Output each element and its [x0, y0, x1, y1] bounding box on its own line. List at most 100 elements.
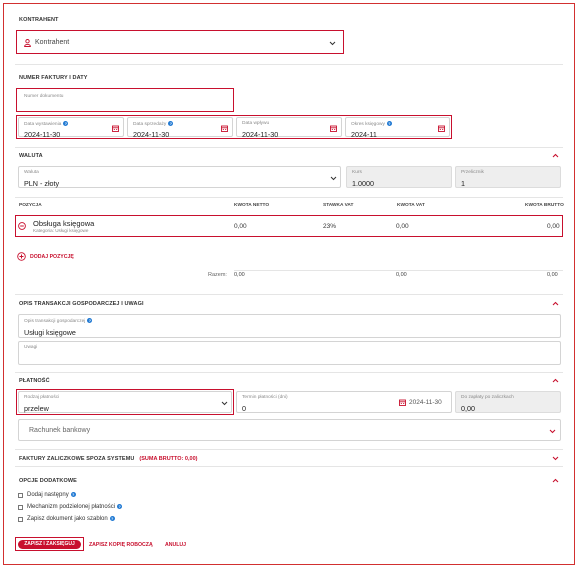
contractor-select[interactable]: Kontrahent: [18, 32, 342, 52]
position-vat-rate: 23%: [323, 223, 337, 230]
option-save-template-label: Zapisz dokument jako szablon: [27, 516, 108, 523]
divider: [234, 270, 563, 271]
doc-number-input[interactable]: Numer dokumentu: [18, 90, 232, 110]
checkbox[interactable]: [18, 505, 23, 510]
rate-value: 1.0000: [352, 179, 374, 188]
col-header-vat-rate: STAWKA VAT: [323, 203, 354, 208]
divider: [15, 147, 563, 148]
add-position-label: DODAJ POZYCJĘ: [30, 254, 74, 260]
payment-type-label: Rodzaj płatności: [24, 395, 60, 400]
transaction-desc-input[interactable]: Opis transakcji gospodarczej? Usługi ksi…: [18, 314, 561, 338]
total-brutto: 0,00: [547, 272, 558, 278]
help-icon[interactable]: ?: [168, 121, 174, 126]
help-icon[interactable]: ?: [87, 318, 93, 323]
receipt-date-label: Data wpływu: [242, 121, 270, 126]
rate-label: Kurs: [352, 170, 362, 175]
chevron-up-icon[interactable]: [552, 378, 559, 383]
help-icon[interactable]: ?: [386, 121, 392, 126]
chevron-down-icon: [221, 401, 228, 406]
issue-date-label: Data wystawienia: [24, 121, 62, 127]
chevron-up-icon[interactable]: [552, 478, 559, 483]
total-label: Razem:: [208, 272, 227, 278]
bank-account-select[interactable]: Rachunek bankowy: [18, 419, 561, 441]
cancel-button[interactable]: ANULUJ: [165, 542, 186, 548]
accounting-period-field[interactable]: Okres księgowy? 2024-11: [345, 117, 450, 139]
converter-label: Przelicznik: [461, 170, 484, 175]
currency-value: PLN - złoty: [24, 179, 60, 188]
calendar-icon[interactable]: [330, 125, 337, 132]
chevron-down-icon: [329, 41, 336, 46]
currency-label: Waluta: [24, 170, 39, 175]
transaction-section-title: OPIS TRANSAKCJI GOSPODARCZEJ I UWAGI: [19, 301, 144, 307]
divider: [15, 466, 563, 467]
issue-date-value: 2024-11-30: [24, 130, 61, 139]
divider: [15, 294, 563, 295]
payment-term-label: Termin płatności (dni): [242, 395, 288, 400]
invoice-section-title: NUMER FAKTURY I DATY: [19, 75, 88, 81]
position-netto: 0,00: [234, 223, 247, 230]
chevron-down-icon: [549, 429, 556, 434]
col-header-vat: KWOTA VAT: [397, 203, 425, 208]
payment-type-value: przelew: [24, 404, 49, 413]
converter-field: Przelicznik 1: [455, 166, 561, 188]
help-icon[interactable]: ?: [70, 492, 76, 497]
accounting-period-value: 2024-11: [351, 130, 377, 139]
receipt-date-field[interactable]: Data wpływu 2024-11-30: [236, 117, 342, 139]
checkbox[interactable]: [18, 517, 23, 522]
accounting-period-label: Okres księgowy: [351, 121, 385, 127]
currency-section-title: WALUTA: [19, 153, 43, 159]
due-date-value: 2024-11-30: [409, 399, 442, 406]
chevron-down-icon[interactable]: [552, 456, 559, 461]
sale-date-field[interactable]: Data sprzedaży? 2024-11-30: [127, 117, 233, 139]
contractor-section-title: KONTRAHENT: [19, 17, 59, 23]
divider: [15, 449, 563, 450]
help-icon[interactable]: ?: [117, 504, 123, 509]
chevron-up-icon[interactable]: [552, 301, 559, 306]
receipt-date-value: 2024-11-30: [242, 130, 279, 139]
calendar-icon[interactable]: [112, 125, 119, 132]
payment-term-value: 0: [242, 404, 246, 413]
calendar-icon[interactable]: [438, 125, 445, 132]
sale-date-label: Data sprzedaży: [133, 121, 167, 127]
position-name: Obsługa księgowa: [33, 219, 95, 228]
advance-sum-label: (SUMA BRUTTO: 0,00): [139, 456, 198, 462]
save-and-post-button[interactable]: ZAPISZ I ZAKSIĘGUJ: [18, 540, 81, 549]
contractor-placeholder: Kontrahent: [35, 39, 70, 46]
amount-due-value: 0,00: [461, 404, 475, 413]
sale-date-value: 2024-11-30: [133, 130, 170, 139]
advance-invoices-header[interactable]: FAKTURY ZALICZKOWE SPOZA SYSTEMU (SUMA B…: [19, 455, 197, 462]
notes-input[interactable]: Uwagi: [18, 341, 561, 365]
rate-field: Kurs 1.0000: [346, 166, 452, 188]
currency-select[interactable]: Waluta PLN - złoty: [18, 166, 341, 188]
chevron-up-icon[interactable]: [552, 153, 559, 158]
calendar-icon[interactable]: [221, 125, 228, 132]
amount-due-label: Do zapłaty po zaliczkach: [461, 395, 514, 400]
converter-value: 1: [461, 179, 465, 188]
position-brutto: 0,00: [547, 223, 560, 230]
col-header-netto: KWOTA NETTO: [234, 203, 270, 208]
divider: [15, 64, 563, 65]
options-section-title: OPCJE DODATKOWE: [19, 478, 77, 484]
total-vat: 0,00: [396, 272, 407, 278]
remove-icon[interactable]: [18, 222, 26, 230]
checkbox[interactable]: [18, 493, 23, 498]
option-add-next-label: Dodaj następny: [27, 492, 69, 499]
payment-term-input[interactable]: Termin płatności (dni) 0 2024-11-30: [236, 391, 452, 413]
position-vat: 0,00: [396, 223, 409, 230]
transaction-desc-label: Opis transakcji gospodarczej: [24, 318, 86, 324]
divider: [15, 197, 563, 198]
transaction-desc-value: Usługi księgowe: [24, 328, 76, 337]
payment-type-select[interactable]: Rodzaj płatności przelew: [18, 391, 232, 413]
chevron-down-icon: [330, 176, 337, 181]
issue-date-field[interactable]: Data wystawienia? 2024-11-30: [18, 117, 124, 139]
plus-circle-icon: [17, 252, 26, 261]
bank-account-placeholder: Rachunek bankowy: [29, 427, 91, 434]
help-icon[interactable]: ?: [63, 121, 69, 126]
table-row[interactable]: Obsługa księgowa Kategoria: Usługi księg…: [17, 217, 561, 235]
doc-number-label: Numer dokumentu: [24, 94, 64, 99]
save-draft-button[interactable]: ZAPISZ KOPIĘ ROBOCZĄ: [89, 542, 153, 548]
user-icon: [24, 39, 31, 47]
help-icon[interactable]: ?: [109, 516, 115, 521]
calendar-icon[interactable]: [399, 399, 406, 406]
position-category: Kategoria: Usługi księgowe: [33, 228, 89, 233]
